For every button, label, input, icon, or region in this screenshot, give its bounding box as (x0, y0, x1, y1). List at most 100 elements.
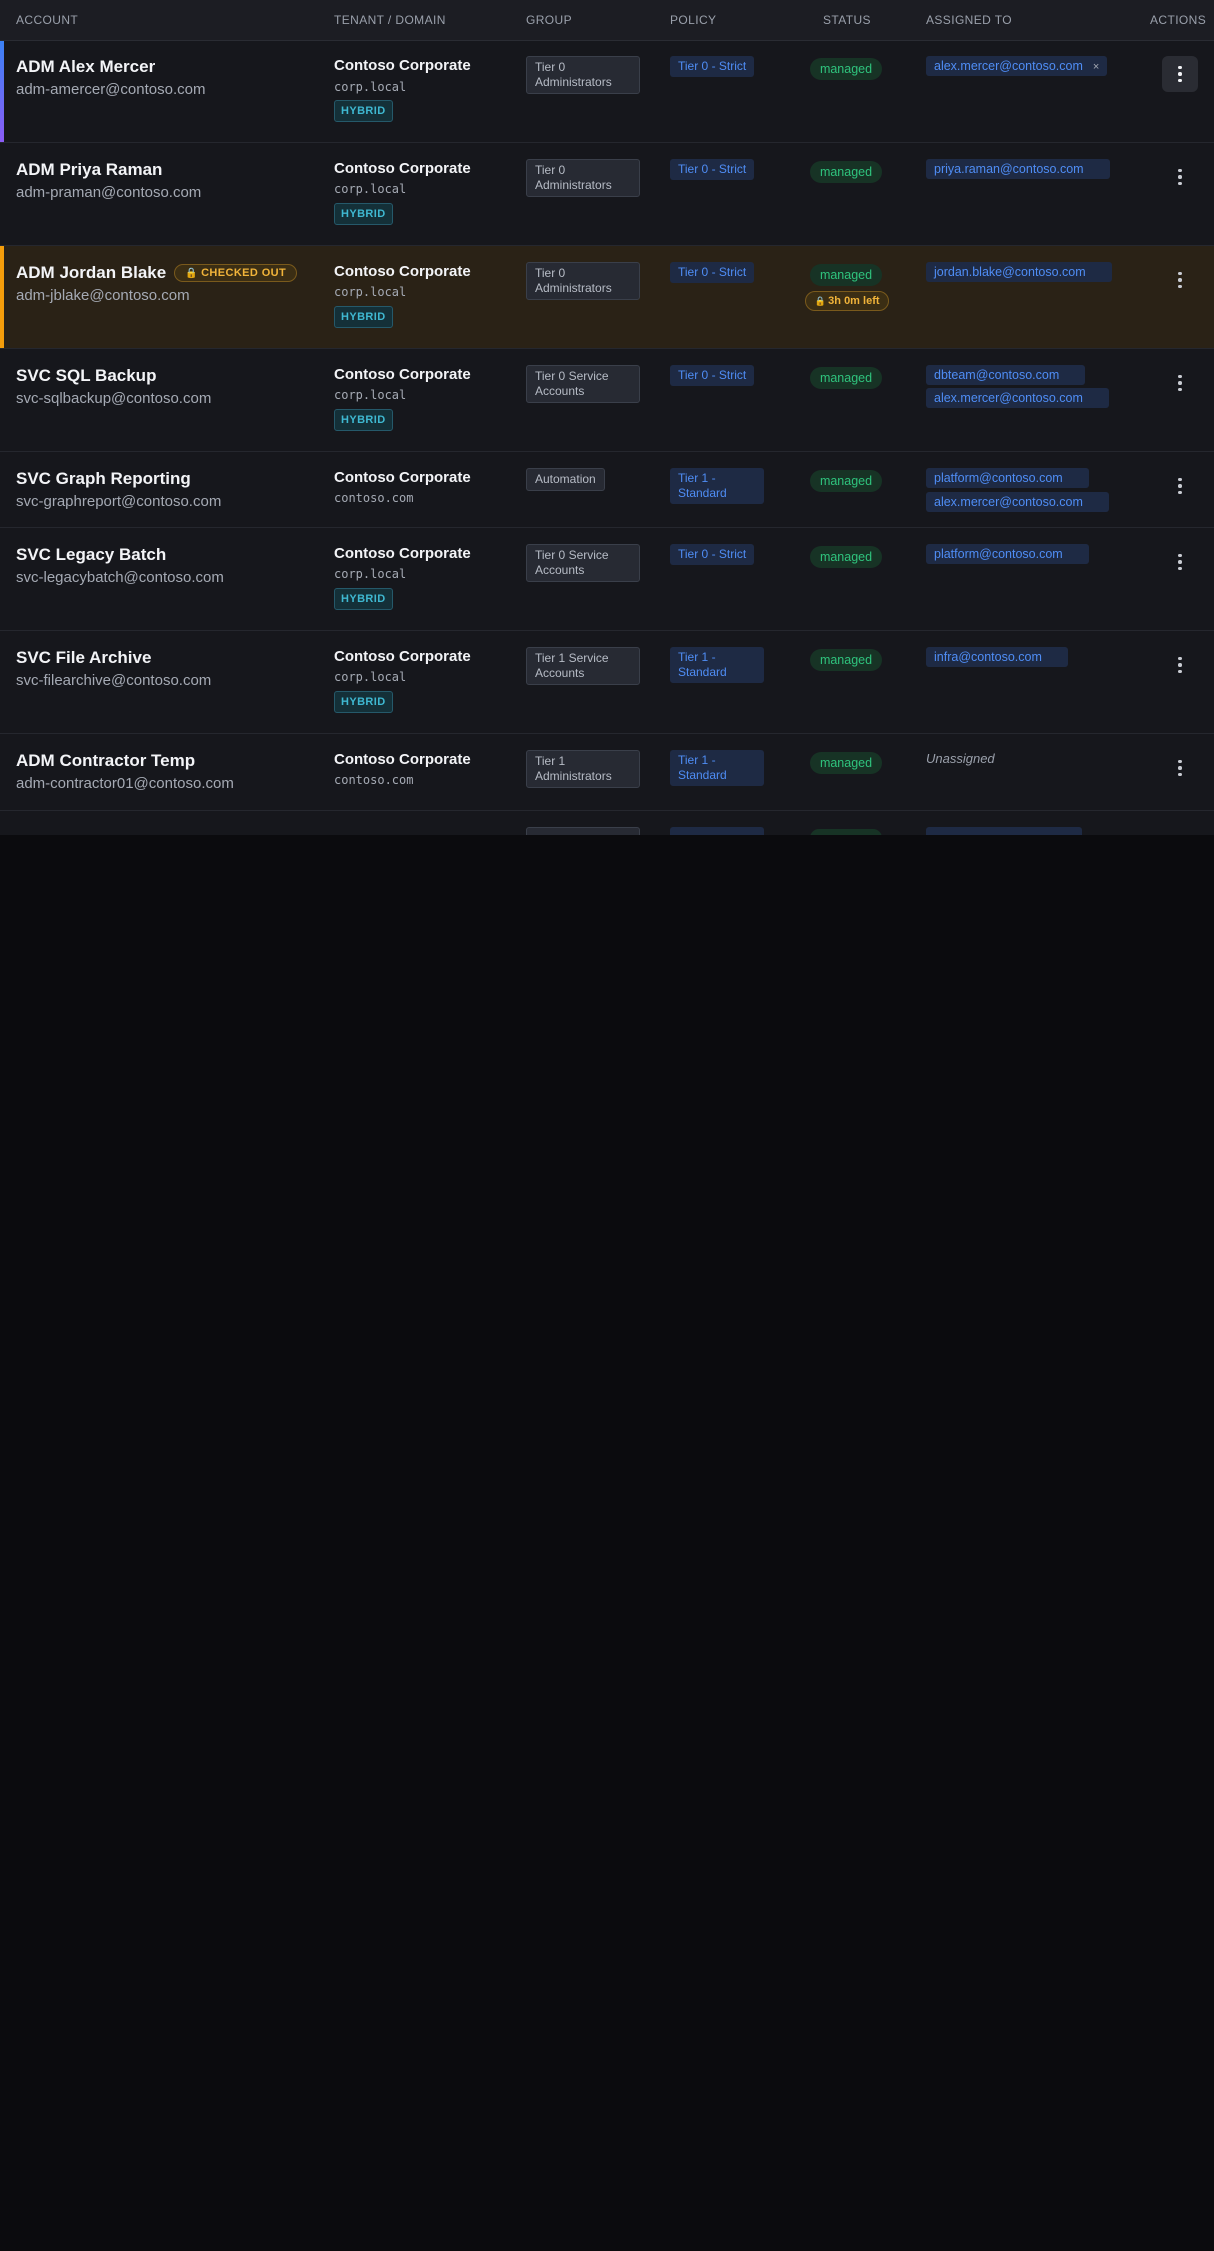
policy-badge[interactable]: Tier 0 - Strict (670, 262, 755, 283)
lock-icon: 🔒 (185, 268, 199, 279)
account-email: adm-jblake@contoso.com (16, 287, 190, 304)
assignee-chip[interactable]: platform@contoso.com (926, 544, 1089, 564)
table-row[interactable]: ADM Contractor Temp adm-contractor01@con… (0, 734, 1214, 811)
row-actions-button[interactable] (1162, 262, 1198, 298)
account-name[interactable]: SVC File Archive (16, 648, 151, 668)
account-name[interactable]: SVC Legacy Batch (16, 545, 166, 565)
account-email: svc-graphreport@contoso.com (16, 493, 222, 510)
tenant-name: Contoso Corporate (334, 648, 471, 665)
tenant-name: Contoso Corporate (334, 57, 471, 74)
unassigned-label: Unassigned (926, 751, 995, 766)
table-row[interactable]: ADM Jordan Blake 🔒 CHECKED OUT adm-jblake@… (0, 246, 1214, 349)
row-actions-button[interactable] (1162, 647, 1198, 683)
group-badge: Tier 0 Administrators (526, 159, 640, 197)
assignee-chip (926, 827, 1082, 835)
account-name[interactable]: ADM Jordan Blake 🔒 CHECKED OUT (16, 263, 298, 283)
selected-row-indicator (0, 41, 4, 142)
table-header: ACCOUNT TENANT / DOMAIN GROUP POLICY STA… (0, 0, 1214, 41)
domain: corp.local (334, 182, 407, 196)
group-badge: Tier 0 Administrators (526, 56, 640, 94)
more-vertical-icon (1178, 656, 1182, 661)
column-header-actions: ACTIONS (1150, 13, 1207, 27)
table-row[interactable]: SVC Graph Reporting svc-graphreport@cont… (0, 452, 1214, 528)
policy-badge[interactable]: Tier 0 - Strict (670, 56, 755, 77)
row-actions-button[interactable] (1162, 56, 1198, 92)
domain: corp.local (334, 285, 407, 299)
status-badge: managed (810, 649, 882, 671)
assignee-email: alex.mercer@contoso.com (934, 59, 1083, 73)
more-vertical-icon (1178, 374, 1182, 379)
row-actions-button[interactable] (1162, 468, 1198, 504)
assignee-chip[interactable]: alex.mercer@contoso.com (926, 388, 1109, 408)
status-badge: managed (810, 161, 882, 183)
hybrid-badge: HYBRID (334, 691, 393, 713)
status-badge: managed (810, 367, 882, 389)
table-row[interactable]: SVC Legacy Batch svc-legacybatch@contoso… (0, 528, 1214, 631)
column-header-tenant[interactable]: TENANT / DOMAIN (334, 13, 446, 27)
column-header-assigned[interactable]: ASSIGNED TO (926, 13, 1012, 27)
table-row[interactable]: SVC File Archive svc-filearchive@contoso… (0, 631, 1214, 734)
group-badge: Tier 1 Administrators (526, 750, 640, 788)
account-name[interactable]: SVC SQL Backup (16, 366, 156, 386)
hybrid-badge: HYBRID (334, 409, 393, 431)
more-vertical-icon (1178, 65, 1182, 70)
hybrid-badge: HYBRID (334, 588, 393, 610)
account-name[interactable]: ADM Alex Mercer (16, 57, 155, 77)
status-badge: managed (810, 264, 882, 286)
account-email: adm-praman@contoso.com (16, 184, 202, 201)
group-badge: Tier 0 Service Accounts (526, 544, 640, 582)
row-actions-button[interactable] (1162, 365, 1198, 401)
group-badge: Automation (526, 468, 605, 491)
status-badge: managed (810, 546, 882, 568)
row-actions-button[interactable] (1162, 544, 1198, 580)
policy-badge[interactable]: Tier 1 - Standard (670, 750, 764, 786)
more-vertical-icon (1178, 759, 1182, 764)
hybrid-badge: HYBRID (334, 203, 393, 225)
assignee-chip[interactable]: jordan.blake@contoso.com (926, 262, 1112, 282)
account-email: adm-amercer@contoso.com (16, 81, 206, 98)
policy-badge[interactable]: Tier 1 - Standard (670, 647, 764, 683)
table-row-partial[interactable] (0, 811, 1214, 835)
account-name[interactable]: ADM Contractor Temp (16, 751, 195, 771)
assignee-chip[interactable]: dbteam@contoso.com (926, 365, 1086, 385)
table-row[interactable]: SVC SQL Backup svc-sqlbackup@contoso.com… (0, 349, 1214, 452)
table-row[interactable]: ADM Priya Raman adm-praman@contoso.com C… (0, 143, 1214, 246)
assignee-chip[interactable]: alex.mercer@contoso.com × (926, 56, 1108, 76)
column-header-policy[interactable]: POLICY (670, 13, 716, 27)
assignee-chip[interactable]: priya.raman@contoso.com (926, 159, 1110, 179)
tenant-name: Contoso Corporate (334, 263, 471, 280)
account-email: svc-legacybatch@contoso.com (16, 569, 224, 586)
row-actions-button[interactable] (1162, 750, 1198, 786)
assignee-chip[interactable]: alex.mercer@contoso.com (926, 492, 1109, 512)
policy-badge[interactable]: Tier 0 - Strict (670, 544, 755, 565)
tenant-name: Contoso Corporate (334, 366, 471, 383)
more-vertical-icon (1178, 553, 1182, 558)
row-actions-button[interactable] (1162, 159, 1198, 195)
domain: corp.local (334, 567, 407, 581)
hybrid-badge: HYBRID (334, 306, 393, 328)
account-name[interactable]: SVC Graph Reporting (16, 469, 191, 489)
assignee-chip[interactable]: platform@contoso.com (926, 468, 1089, 488)
account-name[interactable]: ADM Priya Raman (16, 160, 162, 180)
checked-out-indicator (0, 246, 4, 348)
column-header-status[interactable]: STATUS (823, 13, 871, 27)
status-badge: managed (810, 470, 882, 492)
group-badge: Tier 1 Service Accounts (526, 647, 640, 685)
more-vertical-icon (1178, 477, 1182, 482)
account-email: svc-sqlbackup@contoso.com (16, 390, 212, 407)
table-row[interactable]: ADM Alex Mercer adm-amercer@contoso.com … (0, 41, 1214, 143)
checked-out-badge: 🔒 CHECKED OUT (174, 264, 298, 282)
remove-assignee-icon[interactable]: × (1093, 61, 1099, 73)
column-header-group[interactable]: GROUP (526, 13, 572, 27)
lock-icon: 🔒 (814, 296, 829, 306)
column-header-account[interactable]: ACCOUNT (16, 13, 78, 27)
group-badge: Tier 0 Service Accounts (526, 365, 640, 403)
policy-badge[interactable]: Tier 0 - Strict (670, 159, 755, 180)
assignee-chip[interactable]: infra@contoso.com (926, 647, 1068, 667)
status-badge: managed (810, 58, 882, 80)
domain: corp.local (334, 670, 407, 684)
policy-badge[interactable]: Tier 0 - Strict (670, 365, 755, 386)
policy-badge[interactable]: Tier 1 - Standard (670, 468, 764, 504)
domain: contoso.com (334, 491, 414, 505)
domain: corp.local (334, 80, 407, 94)
